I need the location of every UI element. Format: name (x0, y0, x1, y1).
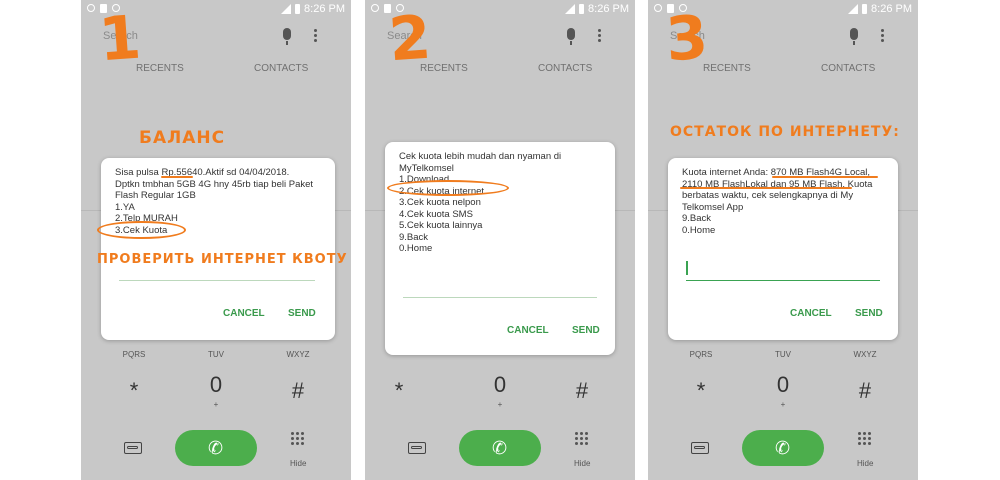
message-line: berbatas waktu, cek selengkapnya di My (682, 190, 854, 201)
cancel-button[interactable]: CANCEL (507, 325, 549, 337)
key-9-letters[interactable]: WXYZ (278, 350, 318, 359)
more-icon[interactable] (314, 29, 317, 44)
message-line: Telkomsel App (682, 201, 744, 213)
key-zero-plus: + (780, 400, 786, 409)
voicemail-icon[interactable] (691, 442, 709, 454)
message-line: 0.Home (399, 243, 433, 254)
phone-icon: ✆ (208, 438, 224, 459)
mic-icon[interactable] (850, 28, 858, 45)
battery-icon (862, 4, 868, 14)
phone-icon: ✆ (492, 438, 508, 459)
key-star[interactable]: * (681, 378, 721, 404)
call-button[interactable]: ✆ (742, 430, 824, 466)
message-line: 1.YA (115, 201, 135, 213)
signal-icon (281, 4, 292, 14)
phone-icon: ✆ (775, 438, 791, 459)
key-star[interactable]: * (379, 378, 419, 404)
highlight-oval (387, 180, 509, 196)
mic-icon[interactable] (283, 28, 291, 45)
signal-icon (848, 4, 859, 14)
message-line: 0.Home (682, 224, 716, 236)
voicemail-icon[interactable] (408, 442, 426, 454)
key-7-letters[interactable]: PQRS (114, 350, 154, 359)
key-zero[interactable]: 0 (480, 372, 520, 398)
mic-icon[interactable] (567, 28, 575, 45)
status-icon (654, 4, 662, 12)
send-button[interactable]: SEND (572, 325, 600, 337)
status-icon (87, 4, 95, 12)
message-line: 5.Cek kuota lainnya (399, 220, 483, 231)
annotation-check-internet: ПРОВЕРИТЬ ИНТЕРНЕТ КВОТУ (97, 252, 348, 267)
reply-input[interactable] (403, 297, 597, 298)
key-8-letters[interactable]: TUV (763, 350, 803, 359)
message-line: 3.Cek kuota nelpon (399, 197, 481, 208)
ussd-dialog: Sisa pulsa Rp.55640.Aktif sd 04/04/2018.… (97, 158, 347, 340)
message-line: 9.Back (682, 213, 712, 224)
step-number: 3 (663, 2, 711, 76)
hide-label[interactable]: Hide (290, 459, 306, 468)
step-number: 1 (96, 2, 144, 76)
text-cursor (686, 261, 688, 275)
annotation-internet-remaining: ОСТАТОК ПО ИНТЕРНЕТУ: (670, 124, 900, 140)
battery-icon (579, 4, 585, 14)
hide-label[interactable]: Hide (574, 459, 590, 468)
annotation-balance: БАЛАНС (139, 128, 226, 148)
status-icon (371, 4, 379, 12)
ussd-dialog: Cek kuota lebih mudah dan nyaman di MyTe… (385, 142, 615, 355)
step-number: 2 (386, 2, 434, 76)
message-line: Sisa pulsa Rp.55640.Aktif sd 04/04/2018. (115, 167, 290, 178)
ussd-dialog: Kuota internet Anda: 870 MB Flash4G Loca… (668, 158, 898, 340)
call-button[interactable]: ✆ (175, 430, 257, 466)
key-zero-plus: + (213, 400, 219, 409)
cancel-button[interactable]: CANCEL (223, 308, 265, 320)
send-button[interactable]: SEND (288, 308, 316, 320)
status-time: 8:26 PM (588, 3, 629, 15)
send-button[interactable]: SEND (855, 308, 883, 320)
more-icon[interactable] (881, 29, 884, 44)
dialog-message: Cek kuota lebih mudah dan nyaman di MyTe… (399, 151, 605, 255)
call-button[interactable]: ✆ (459, 430, 541, 466)
phone-screen-1: 8:26 PM Search RECENTS CONTACTS 1 БАЛАНС… (81, 0, 351, 480)
battery-icon (295, 4, 301, 14)
tab-contacts[interactable]: CONTACTS (538, 63, 592, 74)
highlight-underline (161, 176, 193, 178)
reply-input[interactable] (686, 280, 880, 281)
message-line: Flash Regular 1GB (115, 190, 196, 201)
voicemail-icon[interactable] (124, 442, 142, 454)
key-hash[interactable]: # (845, 378, 885, 404)
message-line: Dptkn tmbhan 5GB 4G hny 45rb tiap beli P… (115, 178, 314, 190)
keypad-icon[interactable] (575, 432, 589, 446)
key-star[interactable]: * (114, 378, 154, 404)
phone-screen-3: 8:26 PM Search RECENTS CONTACTS 3 ОСТАТО… (648, 0, 918, 480)
signal-icon (565, 4, 576, 14)
message-line: 4.Cek kuota SMS (399, 208, 473, 220)
tab-contacts[interactable]: CONTACTS (821, 63, 875, 74)
status-time: 8:26 PM (304, 3, 345, 15)
tab-contacts[interactable]: CONTACTS (254, 63, 308, 74)
status-time: 8:26 PM (871, 3, 912, 15)
cancel-button[interactable]: CANCEL (790, 308, 832, 320)
keypad-icon[interactable] (858, 432, 872, 446)
more-icon[interactable] (598, 29, 601, 44)
key-hash[interactable]: # (278, 378, 318, 404)
key-zero[interactable]: 0 (196, 372, 236, 398)
hide-label[interactable]: Hide (857, 459, 873, 468)
message-line: 9.Back (399, 231, 429, 243)
message-line: MyTelkomsel (399, 162, 454, 174)
key-zero-plus: + (497, 400, 503, 409)
key-9-letters[interactable]: WXYZ (845, 350, 885, 359)
highlight-underline (680, 187, 852, 189)
key-hash[interactable]: # (562, 378, 602, 404)
highlight-oval (97, 221, 186, 239)
highlight-underline (772, 176, 878, 178)
phone-screen-2: 8:26 PM Search RECENTS CONTACTS 2 Cek ku… (365, 0, 635, 480)
key-7-letters[interactable]: PQRS (681, 350, 721, 359)
key-zero[interactable]: 0 (763, 372, 803, 398)
keypad-icon[interactable] (291, 432, 305, 446)
reply-input[interactable] (119, 280, 315, 281)
message-line: Cek kuota lebih mudah dan nyaman di (399, 151, 562, 162)
key-8-letters[interactable]: TUV (196, 350, 236, 359)
